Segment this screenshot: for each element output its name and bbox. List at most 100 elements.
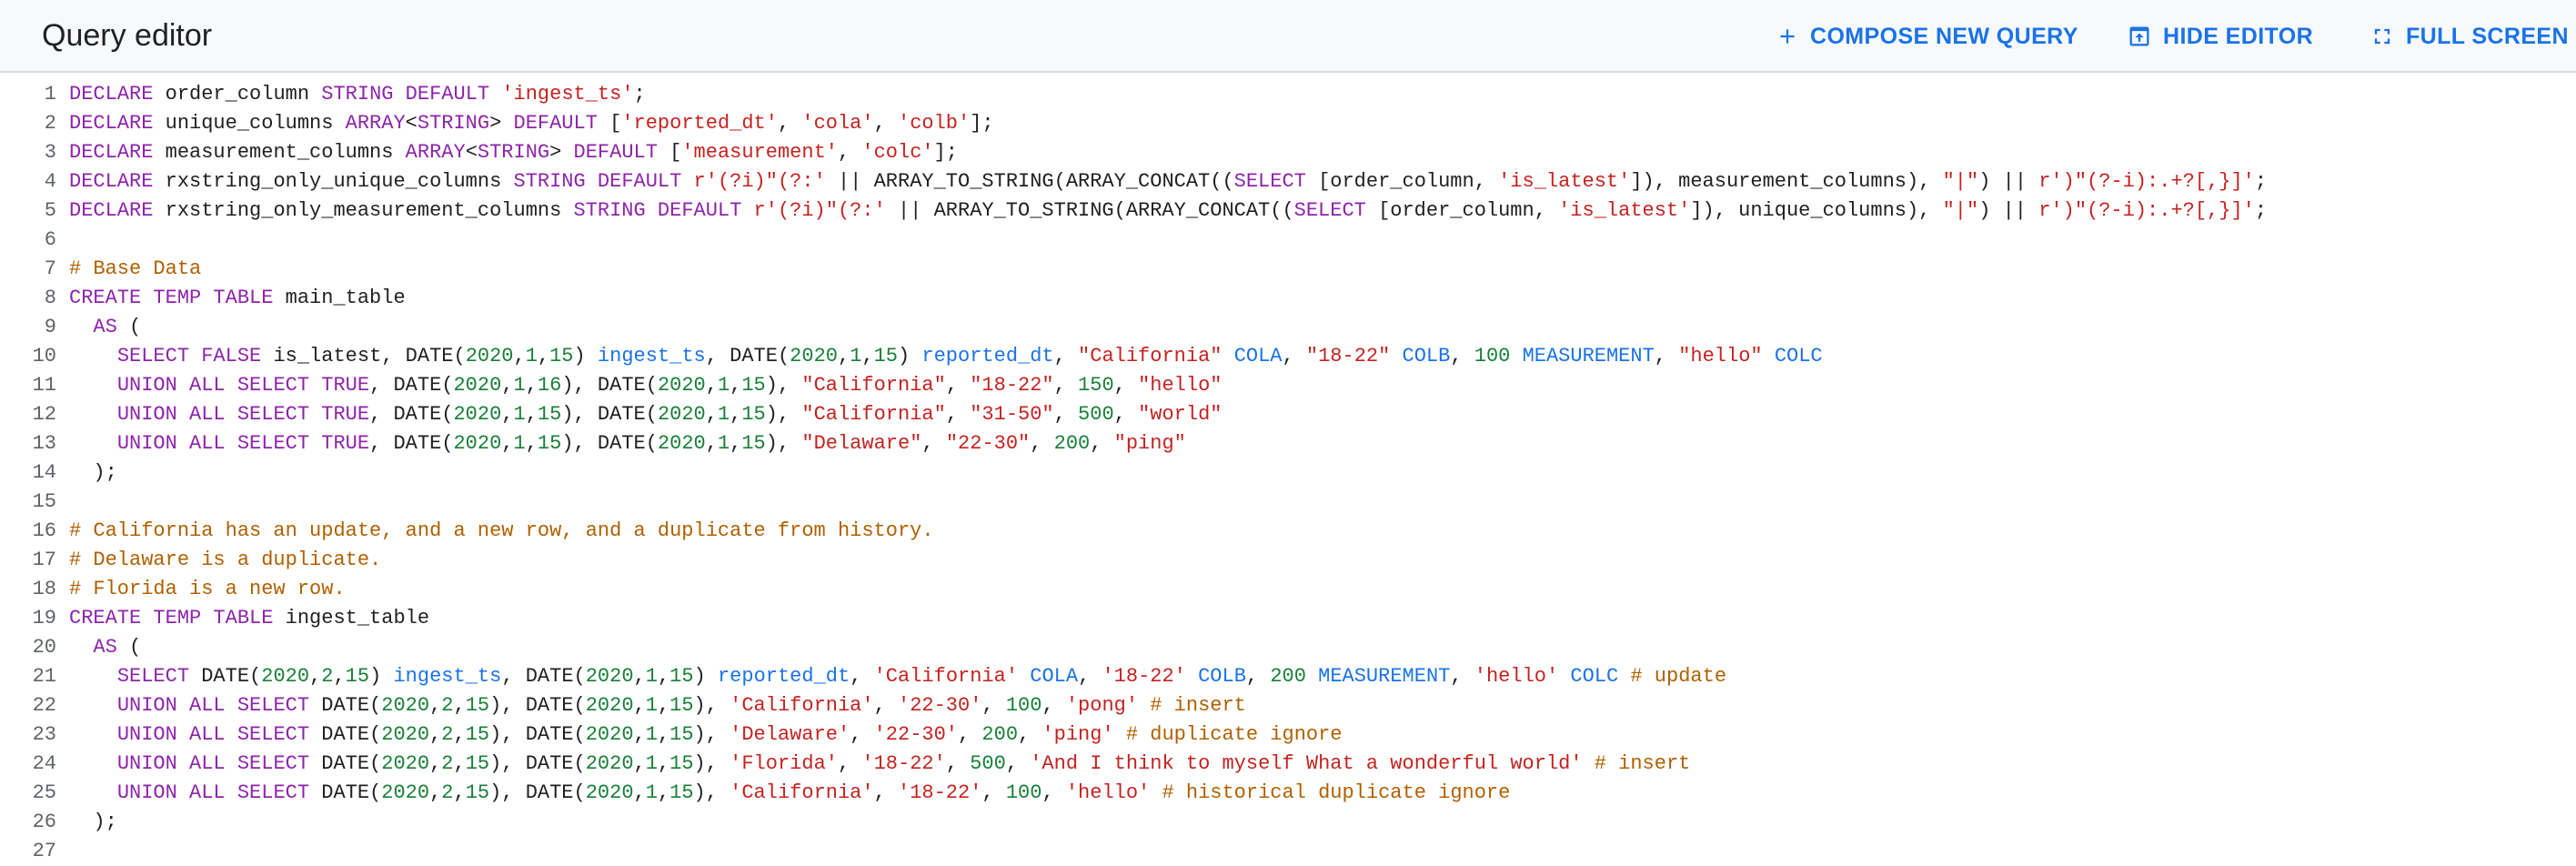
code-token: , bbox=[429, 694, 442, 717]
code-line[interactable]: 17 # Delaware is a duplicate. bbox=[0, 546, 2576, 575]
code-text: CREATE TEMP TABLE main_table bbox=[69, 284, 406, 313]
code-token: 200 bbox=[981, 723, 1019, 746]
compose-new-query-button[interactable]: COMPOSE NEW QUERY bbox=[1776, 18, 2078, 55]
line-number: 17 bbox=[32, 549, 56, 571]
code-token: 1 bbox=[513, 432, 526, 455]
code-editor[interactable]: 1 DECLARE order_column STRING DEFAULT 'in… bbox=[0, 80, 2576, 862]
code-line[interactable]: 23 UNION ALL SELECT DATE(2020,2,15), DAT… bbox=[0, 720, 2576, 750]
line-number: 10 bbox=[32, 345, 56, 368]
code-line[interactable]: 7 # Base Data bbox=[0, 255, 2576, 284]
code-line[interactable]: 2 DECLARE unique_columns ARRAY<STRING> DE… bbox=[0, 109, 2576, 138]
code-token: 2020 bbox=[585, 665, 634, 688]
code-token: 'ping' bbox=[1041, 723, 1114, 746]
code-token: 2 bbox=[321, 665, 334, 688]
plus-icon bbox=[1780, 29, 1795, 44]
code-token: , bbox=[501, 432, 514, 455]
code-token: ), DATE( bbox=[489, 694, 586, 717]
code-token: "18-22" bbox=[1305, 345, 1391, 368]
code-token: > bbox=[549, 141, 574, 164]
code-line[interactable]: 15 bbox=[0, 488, 2576, 517]
hide-editor-button[interactable]: HIDE EDITOR bbox=[2127, 18, 2313, 55]
code-token: SELECT bbox=[1233, 170, 1306, 193]
code-token: , bbox=[850, 723, 874, 746]
code-token: "hello" bbox=[1138, 374, 1223, 397]
code-token: , bbox=[633, 665, 646, 688]
hide-editor-label: HIDE EDITOR bbox=[2163, 23, 2314, 49]
code-token: UNION ALL SELECT bbox=[116, 752, 310, 775]
code-token: COLA bbox=[1233, 345, 1283, 368]
code-text: UNION ALL SELECT DATE(2020,2,15), DATE(2… bbox=[69, 750, 1691, 779]
code-line[interactable]: 25 UNION ALL SELECT DATE(2020,2,15), DAT… bbox=[0, 779, 2576, 808]
code-token: , bbox=[453, 781, 466, 804]
code-line[interactable]: 3 DECLARE measurement_columns ARRAY<STRIN… bbox=[0, 138, 2576, 167]
line-number: 23 bbox=[32, 723, 56, 746]
code-line[interactable]: 8 CREATE TEMP TABLE main_table bbox=[0, 284, 2576, 313]
code-token: , DATE( bbox=[705, 345, 790, 368]
code-token: "world" bbox=[1138, 403, 1223, 426]
code-line[interactable]: 10 SELECT FALSE is_latest, DATE(2020,1,1… bbox=[0, 342, 2576, 371]
code-token: , bbox=[981, 781, 1006, 804]
code-line[interactable]: 22 UNION ALL SELECT DATE(2020,2,15), DAT… bbox=[0, 691, 2576, 720]
code-line[interactable]: 11 UNION ALL SELECT TRUE, DATE(2020,1,16… bbox=[0, 371, 2576, 400]
code-line[interactable]: 1 DECLARE order_column STRING DEFAULT 'in… bbox=[0, 80, 2576, 109]
code-token: ; bbox=[2254, 199, 2268, 222]
code-token: , bbox=[1282, 345, 1306, 368]
code-token: r')"(?-i):.+?[,}]' bbox=[2038, 199, 2255, 222]
code-token: , bbox=[705, 374, 718, 397]
code-token: DATE( bbox=[189, 665, 262, 688]
code-line[interactable]: 12 UNION ALL SELECT TRUE, DATE(2020,1,15… bbox=[0, 400, 2576, 429]
code-token: "California" bbox=[1078, 345, 1223, 368]
code-text: CREATE TEMP TABLE ingest_table bbox=[69, 604, 429, 633]
full-screen-button[interactable]: FULL SCREEN bbox=[2370, 18, 2569, 55]
code-text: AS ( bbox=[69, 633, 141, 662]
code-token: 150 bbox=[1078, 374, 1114, 397]
code-text: UNION ALL SELECT TRUE, DATE(2020,1,15), … bbox=[69, 400, 1223, 429]
code-text: UNION ALL SELECT DATE(2020,2,15), DATE(2… bbox=[69, 779, 1511, 808]
code-token: 'Delaware' bbox=[730, 723, 850, 746]
code-token: ARRAY bbox=[345, 112, 406, 135]
code-token: 15 bbox=[465, 694, 490, 717]
code-line[interactable]: 20 AS ( bbox=[0, 633, 2576, 662]
code-token: ingest_ts bbox=[597, 345, 706, 368]
code-token: DATE( bbox=[309, 694, 382, 717]
code-token: 2 bbox=[441, 752, 454, 775]
code-text: DECLARE measurement_columns ARRAY<STRING… bbox=[69, 138, 958, 167]
code-line[interactable]: 16 # California has an update, and a new … bbox=[0, 517, 2576, 546]
code-token: 1 bbox=[717, 403, 730, 426]
code-token: , bbox=[1450, 345, 1474, 368]
code-line[interactable]: 18 # Florida is a new row. bbox=[0, 575, 2576, 604]
code-line[interactable]: 14 ); bbox=[0, 458, 2576, 488]
code-token: , bbox=[1245, 665, 1271, 688]
code-token: # Florida is a new row. bbox=[69, 578, 346, 600]
code-token: 1 bbox=[850, 345, 862, 368]
code-line[interactable]: 19 CREATE TEMP TABLE ingest_table bbox=[0, 604, 2576, 633]
code-line[interactable]: 26 ); bbox=[0, 808, 2576, 837]
code-token: ( bbox=[116, 636, 142, 659]
code-token: COLB bbox=[1402, 345, 1451, 368]
code-token: , bbox=[501, 403, 514, 426]
code-line[interactable]: 4 DECLARE rxstring_only_unique_columns ST… bbox=[0, 167, 2576, 196]
code-token: ( bbox=[116, 316, 142, 338]
code-token: 'And I think to myself What a wonderful … bbox=[1030, 752, 1583, 775]
code-line[interactable]: 21 SELECT DATE(2020,2,15) ingest_ts, DAT… bbox=[0, 662, 2576, 691]
line-number: 18 bbox=[32, 578, 56, 600]
code-line[interactable]: 9 AS ( bbox=[0, 313, 2576, 342]
code-token: , bbox=[1450, 665, 1474, 688]
code-token: "|" bbox=[1942, 170, 1979, 193]
code-token: , bbox=[513, 345, 526, 368]
code-line[interactable]: 6 bbox=[0, 226, 2576, 255]
code-line[interactable]: 24 UNION ALL SELECT DATE(2020,2,15), DAT… bbox=[0, 750, 2576, 779]
code-token: main_table bbox=[273, 287, 406, 309]
code-token: # insert bbox=[1594, 752, 1691, 775]
code-token: [order_column, bbox=[1305, 170, 1499, 193]
code-line[interactable]: 5 DECLARE rxstring_only_measurement_colum… bbox=[0, 196, 2576, 226]
code-line[interactable]: 13 UNION ALL SELECT TRUE, DATE(2020,1,15… bbox=[0, 429, 2576, 458]
code-token: STRING bbox=[477, 141, 550, 164]
code-line[interactable]: 27 bbox=[0, 837, 2576, 866]
